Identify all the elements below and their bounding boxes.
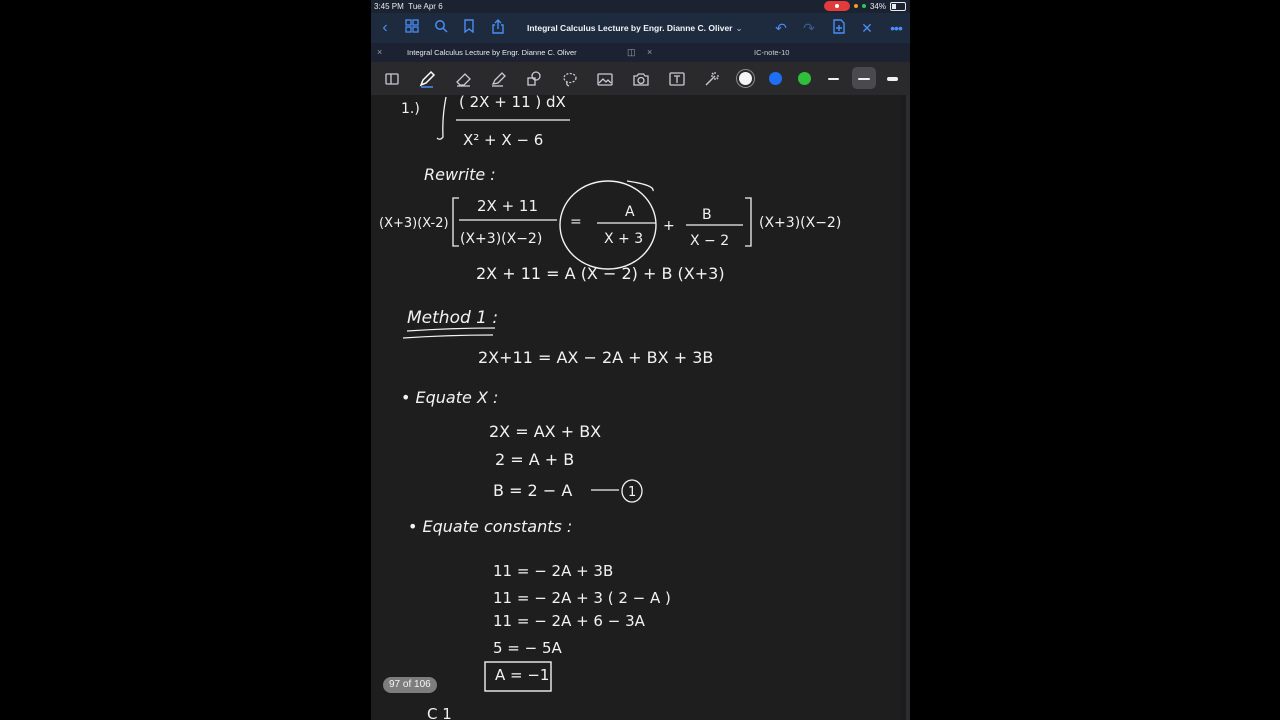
redo-icon[interactable]: ↷ [800, 19, 818, 37]
constants-line-2: 11 = − 2A + 3 ( 2 − A ) [493, 589, 671, 607]
pen-icon[interactable] [418, 70, 436, 88]
method-equation: 2X+11 = AX − 2A + BX + 3B [478, 348, 713, 367]
bookmark-icon[interactable] [460, 19, 478, 37]
lhs-factor: (X+3)(X-2) [379, 216, 449, 231]
laser-pointer-icon[interactable] [703, 70, 721, 88]
status-time: 3:45 PM Tue Apr 6 [374, 2, 443, 11]
chevron-down-icon[interactable]: ⌄ [735, 23, 742, 33]
expansion-equation: 2X + 11 = A (X − 2) + B (X+3) [476, 264, 725, 283]
fraction2-denominator: X + 3 [604, 231, 643, 247]
equals-sign: = [570, 214, 582, 230]
scrollbar[interactable] [906, 95, 910, 720]
mic-indicator-icon [853, 4, 858, 8]
text-icon[interactable] [668, 70, 686, 88]
eraser-icon[interactable] [454, 70, 472, 88]
method-heading: Method 1 : [407, 308, 498, 328]
stroke-thin[interactable] [828, 78, 839, 80]
answer-value: A = −1 [495, 666, 549, 684]
notebook-page[interactable]: 1.) ( 2X + 11 ) dX X² + X − 6 Rewrite : … [371, 95, 901, 720]
stroke-thick[interactable] [887, 77, 898, 81]
fraction1-denominator: (X+3)(X−2) [460, 231, 542, 247]
plus-sign: + [663, 218, 675, 234]
color-green-swatch[interactable] [798, 72, 811, 85]
problem-number: 1.) [401, 101, 420, 117]
partial-next-line: C 1 [427, 705, 452, 720]
image-icon[interactable] [596, 70, 614, 88]
split-view-icon[interactable]: ◫ [627, 43, 636, 62]
rhs-factor: (X+3)(X−2) [759, 215, 841, 231]
fraction2-numerator: A [625, 204, 635, 220]
battery-percentage: 34% [869, 1, 886, 11]
color-white-swatch[interactable] [739, 72, 752, 85]
stroke-medium[interactable] [858, 77, 870, 80]
sidebar-toggle-icon[interactable] [383, 70, 401, 88]
equate-x-line-1: 2X = AX + BX [489, 422, 601, 441]
lasso-icon[interactable] [561, 70, 579, 88]
undo-icon[interactable]: ↶ [772, 19, 790, 37]
fraction3-numerator: B [702, 207, 712, 223]
integral-numerator: ( 2X + 11 ) dX [459, 95, 566, 111]
camera-icon[interactable] [632, 70, 650, 88]
navigation-bar: ‹ Integral Calculus Lecture by Engr. Dia… [371, 13, 910, 43]
close-editing-icon[interactable]: ✕ [858, 19, 876, 37]
tab-lecture[interactable]: Integral Calculus Lecture by Engr. Diann… [407, 43, 577, 62]
back-chevron-icon[interactable]: ‹ [376, 19, 394, 37]
equate-x-line-3: B = 2 − A [493, 481, 572, 500]
handwritten-notes: 1.) ( 2X + 11 ) dX X² + X − 6 Rewrite : … [379, 95, 841, 720]
rewrite-heading: Rewrite : [424, 165, 496, 184]
page-indicator: 97 of 106 [383, 677, 437, 693]
tab-bar: × Integral Calculus Lecture by Engr. Dia… [371, 43, 910, 62]
equate-x-heading: • Equate X : [401, 388, 498, 407]
constants-line-4: 5 = − 5A [493, 639, 563, 657]
document-title[interactable]: Integral Calculus Lecture by Engr. Diann… [527, 23, 743, 34]
equation-tag: 1 [628, 485, 636, 500]
close-tab-icon[interactable]: × [647, 43, 652, 62]
right-bracket [745, 197, 752, 247]
more-options-icon[interactable]: ••• [887, 19, 905, 37]
fraction1-numerator: 2X + 11 [477, 197, 538, 215]
highlighter-icon[interactable] [489, 70, 507, 88]
add-page-icon[interactable] [830, 19, 848, 37]
shapes-icon[interactable] [525, 70, 543, 88]
grid-view-icon[interactable] [403, 19, 421, 37]
ipad-screen: 3:45 PM Tue Apr 6 34% ‹ Integral Calculu… [371, 0, 910, 720]
equate-x-line-2: 2 = A + B [495, 450, 574, 469]
search-icon[interactable] [432, 19, 450, 37]
share-icon[interactable] [489, 19, 507, 37]
close-tab-icon[interactable]: × [377, 43, 382, 62]
color-blue-swatch[interactable] [769, 72, 782, 85]
status-bar: 3:45 PM Tue Apr 6 34% [371, 0, 910, 13]
battery-icon [890, 1, 906, 11]
equate-constants-heading: • Equate constants : [408, 517, 572, 536]
annotation-toolbar [371, 62, 910, 95]
tab-ic-note-10[interactable]: IC-note-10 [754, 43, 789, 62]
heading-underline [402, 327, 496, 339]
left-bracket [452, 197, 459, 247]
constants-line-3: 11 = − 2A + 6 − 3A [493, 612, 646, 630]
fraction3-denominator: X − 2 [690, 233, 729, 249]
integral-sign [436, 96, 447, 140]
constants-line-1: 11 = − 2A + 3B [493, 562, 613, 580]
screen-recording-icon [823, 1, 850, 11]
camera-indicator-icon [861, 4, 866, 8]
integral-denominator: X² + X − 6 [463, 131, 543, 149]
